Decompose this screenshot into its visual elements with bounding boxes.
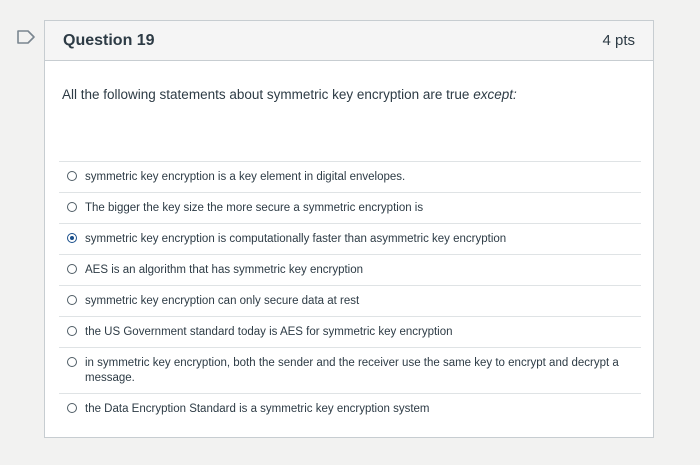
answer-option[interactable]: symmetric key encryption can only secure… xyxy=(59,285,641,316)
answer-option[interactable]: the US Government standard today is AES … xyxy=(59,316,641,347)
question-prompt-main: All the following statements about symme… xyxy=(62,87,474,102)
question-header: Question 19 4 pts xyxy=(45,21,653,61)
answer-label: in symmetric key encryption, both the se… xyxy=(85,357,619,384)
radio-button[interactable] xyxy=(67,357,77,367)
radio-button[interactable] xyxy=(67,171,77,181)
question-points: 4 pts xyxy=(602,32,635,49)
radio-button[interactable] xyxy=(67,295,77,305)
question-prompt: All the following statements about symme… xyxy=(62,87,653,159)
answer-label: symmetric key encryption is a key elemen… xyxy=(85,171,406,183)
answer-label: the Data Encryption Standard is a symmet… xyxy=(85,403,430,415)
answer-label: symmetric key encryption can only secure… xyxy=(85,295,360,307)
flag-icon[interactable] xyxy=(16,30,36,44)
answer-label: The bigger the key size the more secure … xyxy=(85,202,424,214)
radio-button-selected[interactable] xyxy=(67,233,77,243)
radio-button[interactable] xyxy=(67,202,77,212)
answer-label: the US Government standard today is AES … xyxy=(85,326,453,338)
answer-list: symmetric key encryption is a key elemen… xyxy=(59,161,641,424)
answer-option[interactable]: symmetric key encryption is a key elemen… xyxy=(59,161,641,192)
question-prompt-emphasis: except: xyxy=(473,87,517,102)
answer-label: symmetric key encryption is computationa… xyxy=(85,233,507,245)
question-title: Question 19 xyxy=(63,31,155,49)
question-card: Question 19 4 pts All the following stat… xyxy=(44,20,654,438)
answer-option[interactable]: symmetric key encryption is computationa… xyxy=(59,223,641,254)
answer-option[interactable]: in symmetric key encryption, both the se… xyxy=(59,347,641,393)
radio-button[interactable] xyxy=(67,403,77,413)
quiz-page: Question 19 4 pts All the following stat… xyxy=(0,0,700,465)
answer-option[interactable]: AES is an algorithm that has symmetric k… xyxy=(59,254,641,285)
answer-option[interactable]: The bigger the key size the more secure … xyxy=(59,192,641,223)
radio-button[interactable] xyxy=(67,326,77,336)
radio-button[interactable] xyxy=(67,264,77,274)
answer-label: AES is an algorithm that has symmetric k… xyxy=(85,264,364,276)
answer-option[interactable]: the Data Encryption Standard is a symmet… xyxy=(59,393,641,424)
